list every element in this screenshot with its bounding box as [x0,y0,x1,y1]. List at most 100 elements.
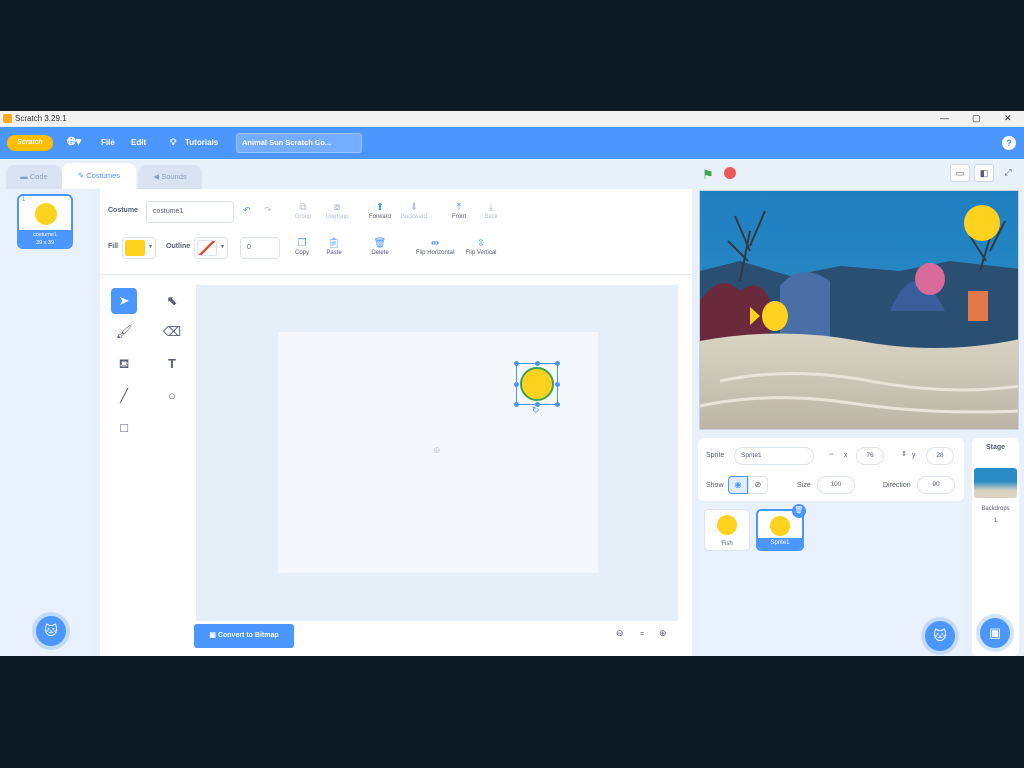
front-button[interactable]: ⤒ Front [441,201,477,220]
close-window-button[interactable]: ✕ [1004,113,1012,124]
ungroup-button[interactable]: ⧇ Ungroup [319,201,355,220]
maximize-button[interactable]: ▢ [972,113,981,124]
stage-canvas[interactable] [699,190,1019,430]
brush-tool[interactable]: 🖌︎ [111,319,137,345]
sprite-caption: Fish [721,541,733,547]
circle-icon: ○ [168,388,176,403]
zoom-reset-button[interactable]: = [640,631,644,638]
fill-color-picker[interactable]: ▾ [122,237,156,259]
menu-edit[interactable]: Edit [131,138,146,147]
rectangle-tool[interactable]: □ [111,415,137,441]
tab-sounds-label: Sounds [161,172,187,181]
copy-button[interactable]: ❐ Copy [284,237,320,256]
zoom-out-icon[interactable]: ⊖ [616,628,624,639]
trash-icon: 🗑︎ [373,238,387,249]
circle-tool[interactable]: ○ [159,383,185,409]
sun-shape [520,367,554,401]
tab-costumes-label: Costumes [86,171,121,180]
minimize-button[interactable]: — [940,113,949,123]
green-flag-icon[interactable]: ⚑ [702,167,714,183]
eraser-icon: ⌫ [162,324,182,339]
project-title-input[interactable]: Animal Sun Scratch Co... [236,133,362,153]
fullscreen-icon[interactable]: ⤢ [998,164,1018,182]
tab-code[interactable]: ▬ Code [6,165,62,189]
sprite-caption: Sprite1 [758,538,802,549]
choose-costume-button[interactable]: 🐱︎ [36,616,66,646]
resize-handle[interactable] [514,361,519,366]
tab-sounds[interactable]: ◀︎ Sounds [138,165,202,189]
scratch-logo[interactable]: Scratch [7,135,53,151]
scratch-window: Scratch 3.29.1 — ▢ ✕ Scratch 🌐︎▾ File Ed… [0,111,1024,656]
front-icon: ⤒ [456,202,462,213]
chevron-down-icon: ▾ [148,244,152,250]
delete-button[interactable]: 🗑︎ Delete [362,237,398,256]
fill-tool[interactable]: ⛾ [111,351,137,377]
eraser-tool[interactable]: ⌫ [159,319,185,345]
fill-swatch [125,240,145,256]
sprite-tile-fish[interactable]: Fish [704,509,750,551]
paste-button[interactable]: 📋︎ Paste [316,237,352,256]
toolbar-divider [100,274,692,275]
costume-size: 39 x 39 [35,240,55,246]
zoom-in-icon[interactable]: ⊕ [659,628,667,639]
backward-button[interactable]: ⬇︎ Backward [396,201,432,220]
direction-input[interactable]: 90 [917,476,955,494]
menu-tutorials[interactable]: Tutorials [185,138,218,147]
text-tool[interactable]: T [159,351,185,377]
sun-shape-selection[interactable]: ↻ [514,361,560,415]
paste-icon: 📋︎ [327,238,341,249]
rotate-handle-icon[interactable]: ↻ [532,405,540,416]
no-outline-swatch [197,240,217,256]
drawing-canvas[interactable]: ↻ ⊕ [196,285,678,621]
select-tool[interactable]: ➤ [111,288,137,314]
choose-backdrop-button[interactable]: ▣ [980,618,1010,648]
resize-handle[interactable] [555,382,560,387]
group-button[interactable]: ⧉ Group [285,201,321,220]
scratch-app-icon [3,114,12,123]
stage-target-panel[interactable]: Stage Backdrops 1 ▣ [972,438,1019,656]
stop-icon[interactable] [724,167,736,179]
x-position-input[interactable]: 76 [856,447,884,465]
flip-horizontal-button[interactable]: ⇹ Flip Horizontal [409,237,461,256]
backdrops-count: 1 [993,518,998,524]
tab-costumes[interactable]: ✎ Costumes [62,163,136,189]
redo-icon[interactable]: ↷ [264,205,272,216]
line-icon: ╱ [120,388,128,403]
choose-sprite-button[interactable]: 🐱︎ [925,621,955,651]
line-tool[interactable]: ╱ [111,383,137,409]
back-button[interactable]: ⤓ Back [473,201,509,220]
outline-color-picker[interactable]: ▾ [194,237,228,259]
costume-name-input[interactable]: costume1 [146,201,234,223]
y-position-input[interactable]: 28 [926,447,954,465]
small-stage-icon[interactable]: ▭ [950,164,970,182]
costume-list: 1 costume1 39 x 39 🐱︎ [0,189,90,656]
resize-handle[interactable] [555,402,560,407]
resize-handle[interactable] [555,361,560,366]
rectangle-icon: □ [120,420,128,435]
outline-width-input[interactable]: 0 [240,237,280,259]
size-input[interactable]: 100 [817,476,855,494]
sprite-name-input[interactable]: Sprite1 [734,447,814,465]
reshape-tool[interactable]: ⬉ [159,288,185,314]
show-hidden-icon[interactable]: ⊘ [748,476,768,494]
resize-handle[interactable] [514,382,519,387]
sprite-thumbnail [717,515,737,535]
globe-icon[interactable]: 🌐︎▾ [67,135,81,149]
cat-icon: 🐱︎ [44,623,58,638]
resize-handle[interactable] [535,361,540,366]
undo-icon[interactable]: ↶ [243,205,251,216]
flip-vertical-icon: ⇳ [476,238,486,249]
menu-file[interactable]: File [101,138,115,147]
delete-sprite-icon[interactable]: 🗑︎ [792,504,806,518]
forward-button[interactable]: ⬆︎ Forward [362,201,398,220]
resize-handle[interactable] [514,402,519,407]
convert-to-bitmap-button[interactable]: ▣ Convert to Bitmap [194,624,294,648]
costume-tile[interactable]: 1 costume1 39 x 39 [17,194,73,249]
menu-bar: Scratch 🌐︎▾ File Edit 💡︎ Tutorials Anima… [0,127,1024,159]
x-arrows-icon: ⇔ [828,451,835,458]
help-icon[interactable]: ? [1002,136,1016,150]
show-visible-icon[interactable]: ◉ [728,476,748,494]
flip-vertical-button[interactable]: ⇳ Flip Vertical [457,237,505,256]
large-stage-icon[interactable]: ◧ [974,164,994,182]
letterbox-bottom [0,656,1024,768]
